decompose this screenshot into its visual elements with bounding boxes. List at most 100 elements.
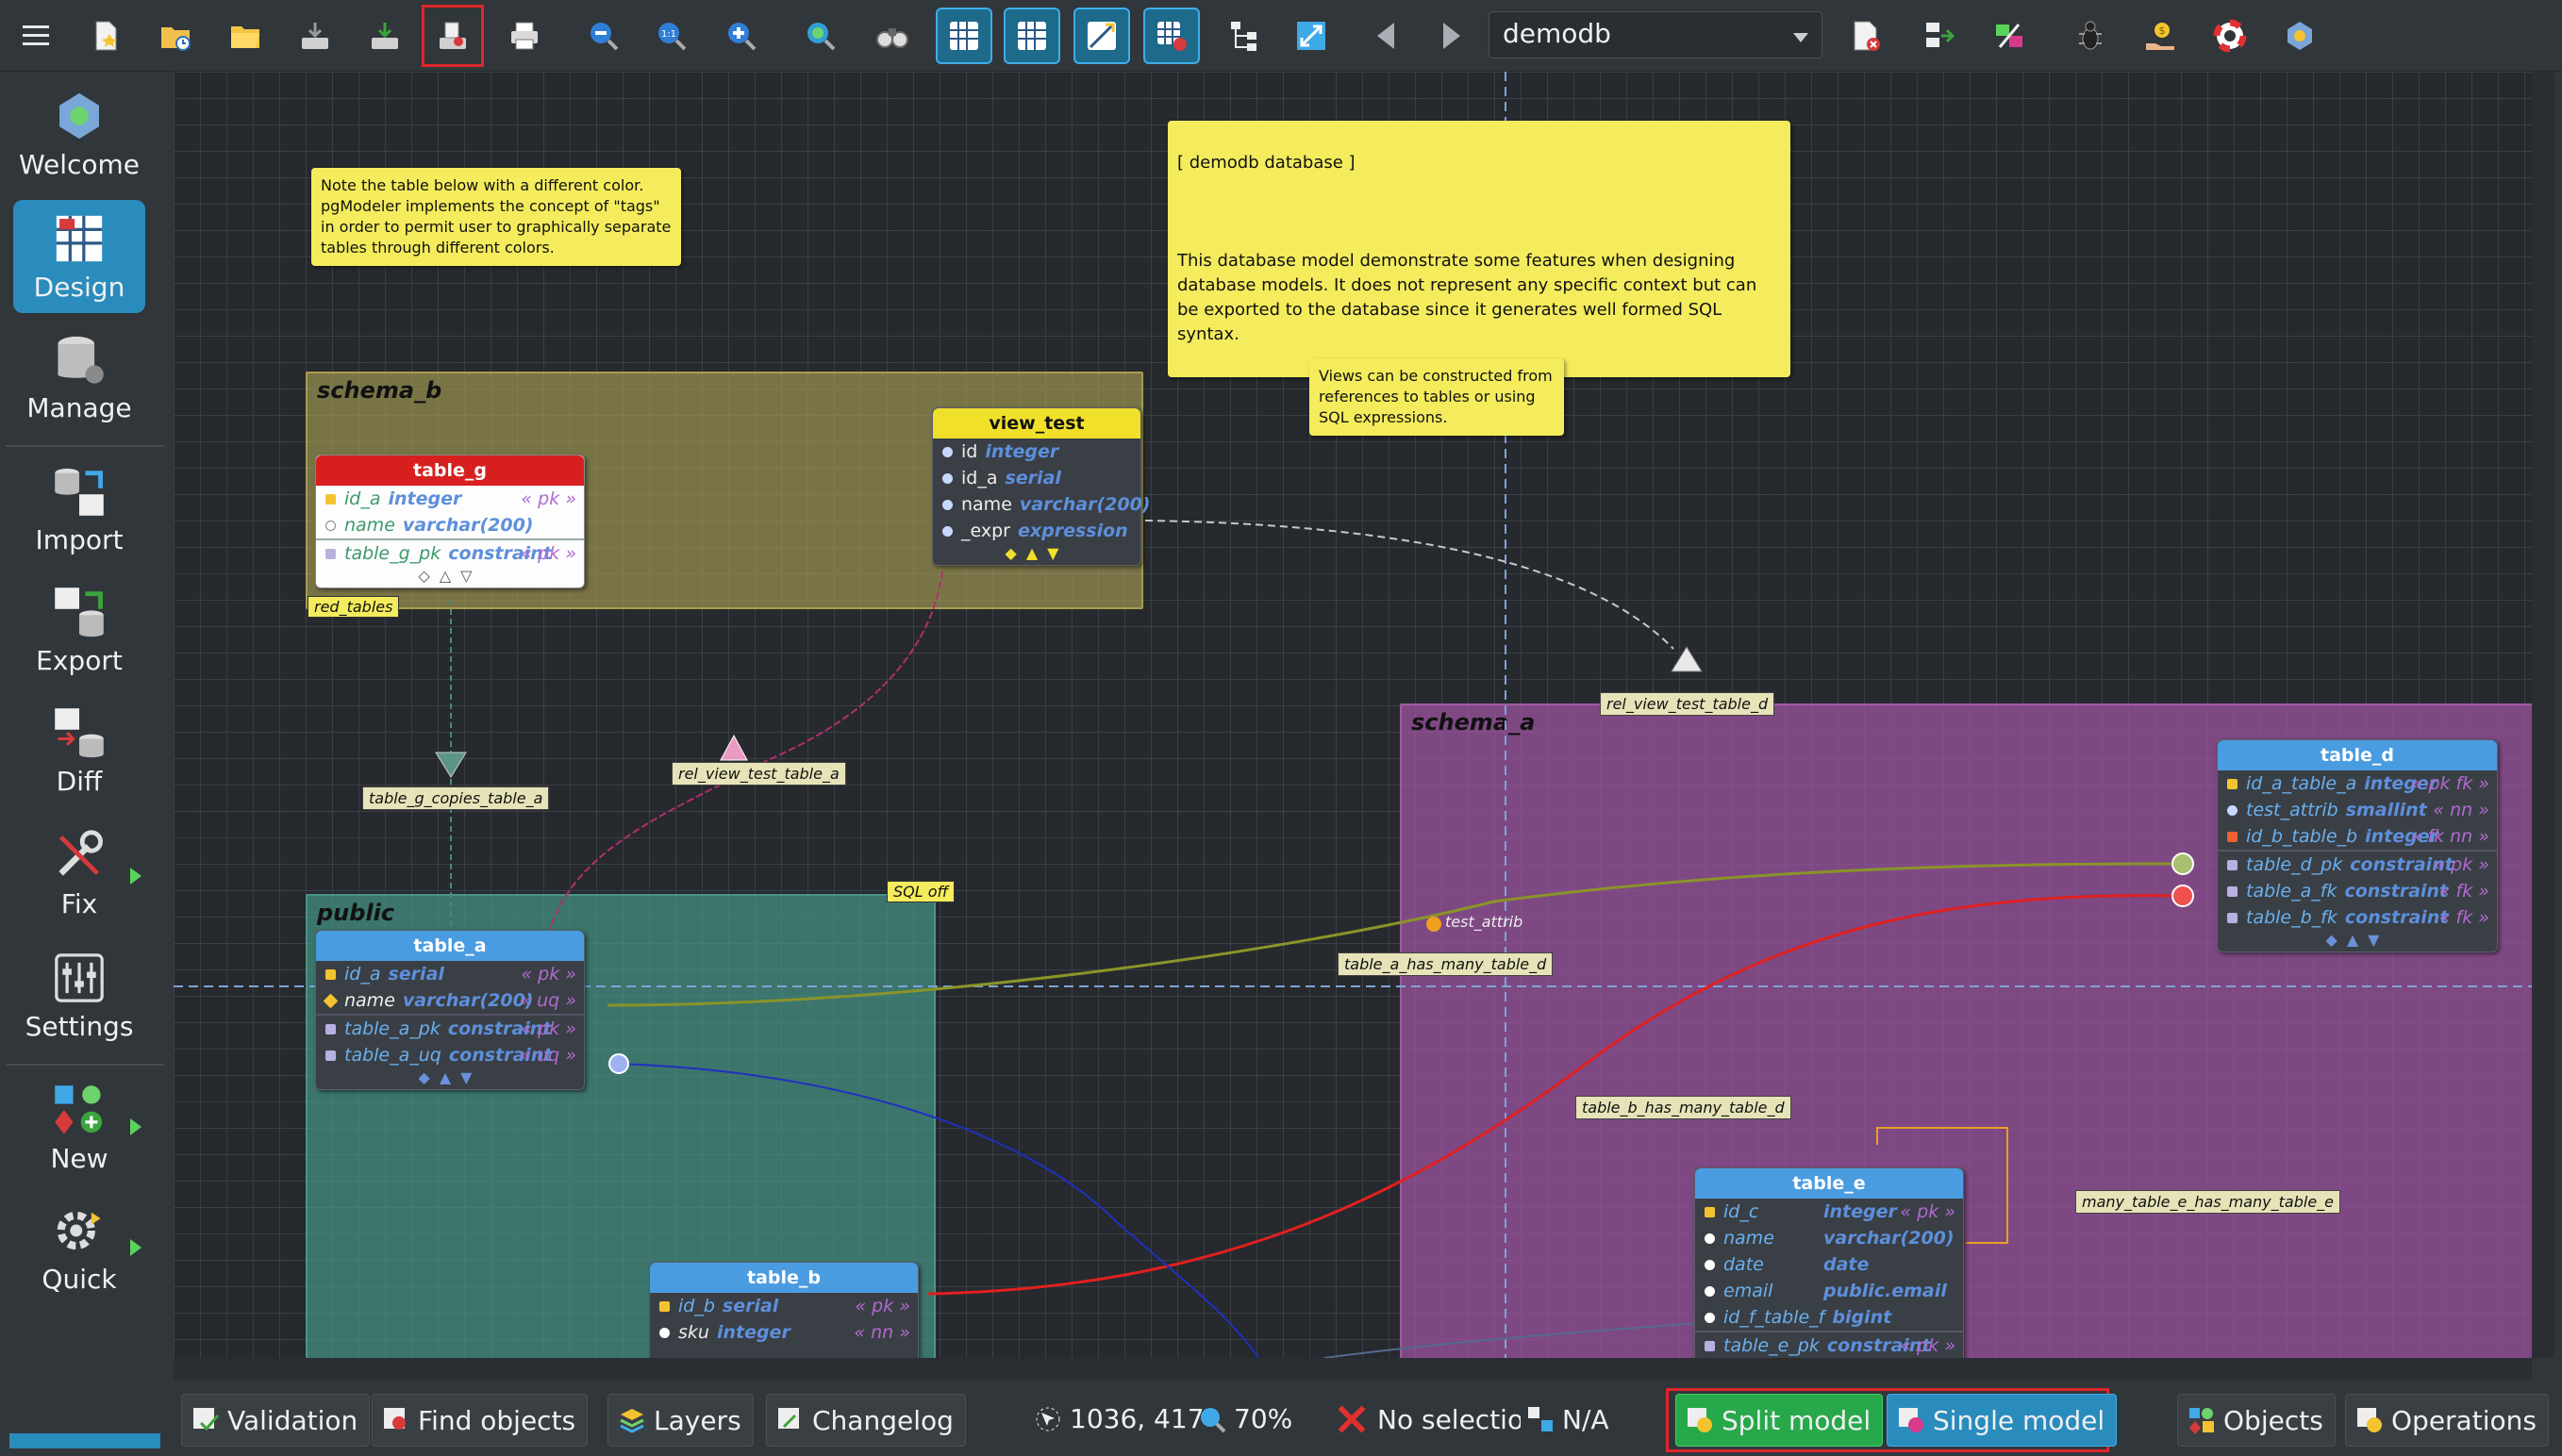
validation-button[interactable]: Validation	[181, 1394, 371, 1447]
column-row[interactable]: id_a_table_a integer « pk fk »	[2218, 770, 2497, 797]
expand-arrow-icon[interactable]	[130, 1118, 141, 1135]
close-model-icon[interactable]	[1838, 8, 1894, 64]
horizontal-scrollbar[interactable]	[174, 1358, 2532, 1381]
table-footer-icons[interactable]: ◇△▽	[316, 567, 584, 587]
view-column-row[interactable]: id_a serial	[933, 465, 1140, 491]
column-row[interactable]: name varchar(200) « uq »	[316, 987, 584, 1014]
arrange-icon[interactable]	[1217, 8, 1273, 64]
sidebar-item-design[interactable]: Design	[13, 200, 145, 313]
donate-icon[interactable]: $	[2132, 8, 2188, 64]
column-row[interactable]: id_a serial « pk »	[316, 961, 584, 987]
split-model-button[interactable]: Split model	[1675, 1394, 1884, 1447]
zoom-fit-icon[interactable]	[792, 8, 849, 64]
rel-label[interactable]: many_table_e_has_many_table_e	[2075, 1190, 2341, 1214]
sidebar-item-fix[interactable]: Fix	[13, 817, 145, 930]
changelog-button[interactable]: Changelog	[766, 1394, 966, 1447]
column-row[interactable]: date date	[1695, 1251, 1963, 1278]
sidebar-item-export[interactable]: Export	[13, 573, 145, 687]
column-row[interactable]: name varchar(200)	[1695, 1225, 1963, 1251]
note-database[interactable]: [ demodb database ] This database model …	[1168, 121, 1790, 377]
database-select[interactable]: demodb	[1489, 11, 1822, 58]
zoom-reset-icon[interactable]: 1:1	[643, 8, 700, 64]
attribute-label[interactable]: test_attrib	[1445, 913, 1522, 931]
table-e[interactable]: table_e id_c integer « pk » name varchar(20…	[1694, 1167, 1964, 1358]
overview-icon[interactable]	[1143, 8, 1200, 64]
column-row[interactable]: id_b serial « pk »	[650, 1293, 918, 1319]
sidebar-item-settings[interactable]: Settings	[13, 939, 145, 1052]
tag-label[interactable]: red_tables	[308, 596, 400, 618]
support-icon[interactable]	[2202, 8, 2258, 64]
open-icon[interactable]	[217, 8, 274, 64]
save-icon[interactable]	[287, 8, 343, 64]
save-as-icon[interactable]	[357, 8, 413, 64]
find-objects-button[interactable]: Find objects	[372, 1394, 589, 1447]
view-column-row[interactable]: name varchar(200)	[933, 491, 1150, 518]
sidebar-item-import[interactable]: Import	[13, 453, 145, 566]
constraint-row[interactable]: table_b_fk constraint « fk »	[2218, 904, 2497, 931]
constraint-row[interactable]: table_g_pk constraint « pk »	[316, 540, 584, 567]
new-model-icon[interactable]	[77, 8, 134, 64]
table-b[interactable]: table_b id_b serial « pk » sku integer « nn …	[649, 1262, 919, 1358]
constraint-row[interactable]: table_a_pk constraint « pk »	[316, 1016, 584, 1042]
column-row[interactable]: id_c integer « pk »	[1695, 1199, 1963, 1225]
vertical-scrollbar[interactable]	[2532, 72, 2554, 1358]
operations-button[interactable]: Operations	[2345, 1394, 2549, 1447]
about-icon[interactable]	[2271, 8, 2328, 64]
view-test[interactable]: view_test id integer id_a serial name varch…	[932, 407, 1150, 566]
note-views[interactable]: Views can be constructed from references…	[1309, 358, 1564, 436]
show-delimiters-icon[interactable]	[1073, 8, 1130, 64]
find-icon[interactable]	[864, 8, 921, 64]
next-model-icon[interactable]	[1422, 8, 1479, 64]
column-row[interactable]: test_attrib smallint « nn »	[2218, 797, 2497, 823]
sidebar-item-diff[interactable]: Diff	[13, 694, 145, 807]
objects-button[interactable]: Objects	[2177, 1394, 2336, 1447]
note-tags[interactable]: Note the table below with a different co…	[311, 168, 681, 266]
table-g[interactable]: table_g id_a integer « pk » name varchar(20…	[315, 455, 585, 588]
export-icon[interactable]	[422, 5, 484, 67]
sidebar-item-label: Welcome	[18, 148, 141, 180]
align-grid-icon[interactable]	[1004, 8, 1060, 64]
table-footer-icons[interactable]: ◆▲▼	[2218, 931, 2497, 951]
column-row[interactable]: name varchar(200)	[316, 512, 584, 538]
table-a[interactable]: table_a id_a serial « pk » name varchar(200…	[315, 930, 585, 1090]
constraint-row[interactable]: table_e_pk constraint « pk »	[1695, 1332, 1963, 1358]
layers-button[interactable]: Layers	[607, 1394, 754, 1447]
model-canvas[interactable]: schema_b schema_a public Note the table …	[174, 72, 2532, 1358]
zoom-out-icon[interactable]	[575, 8, 632, 64]
table-footer-icons[interactable]: ◆▲▼	[316, 1068, 584, 1089]
zoom-in-icon[interactable]	[713, 8, 770, 64]
open-recent-icon[interactable]	[147, 8, 204, 64]
constraint-row[interactable]: table_a_uq constraint « uq »	[316, 1042, 584, 1068]
table-d[interactable]: table_d id_a_table_a integer « pk fk » tes…	[2217, 739, 2498, 952]
column-row[interactable]: id_a integer « pk »	[316, 486, 584, 512]
rel-label[interactable]: table_a_has_many_table_d	[1338, 952, 1554, 976]
sidebar-item-welcome[interactable]: Welcome	[13, 77, 145, 190]
rel-label[interactable]: table_g_copies_table_a	[362, 786, 550, 810]
column-row[interactable]: sku integer « nn »	[650, 1319, 918, 1346]
column-row[interactable]: id_f_table_f bigint	[1695, 1304, 1963, 1331]
rel-label[interactable]: rel_view_test_table_a	[672, 762, 846, 786]
view-column-row[interactable]: id integer	[933, 438, 1140, 465]
column-row[interactable]: email public.email	[1695, 1278, 1963, 1304]
deploy-icon[interactable]	[1911, 8, 1968, 64]
show-grid-icon[interactable]	[936, 8, 992, 64]
column-row[interactable]: id_b_table_b integer « fk nn »	[2218, 823, 2497, 850]
rel-label[interactable]: rel_view_test_table_d	[1600, 692, 1775, 716]
fit-icon[interactable]	[1283, 8, 1339, 64]
constraint-row[interactable]: table_a_fk constraint « fk »	[2218, 878, 2497, 904]
constraint-row[interactable]: table_d_pk constraint « pk »	[2218, 852, 2497, 878]
sidebar-item-quick[interactable]: Quick	[13, 1192, 145, 1305]
plugins-icon[interactable]	[1981, 8, 2038, 64]
view-footer-icons[interactable]: ◆▲▼	[933, 544, 1140, 565]
single-model-button[interactable]: Single model	[1887, 1394, 2118, 1447]
rel-label[interactable]: table_b_has_many_table_d	[1575, 1096, 1791, 1119]
view-column-row[interactable]: _expr expression	[933, 518, 1140, 544]
sidebar-item-new[interactable]: New	[13, 1071, 145, 1184]
menu-icon[interactable]	[8, 8, 64, 64]
sidebar-item-manage[interactable]: Manage	[13, 321, 145, 434]
bug-report-icon[interactable]	[2062, 8, 2119, 64]
expand-arrow-icon[interactable]	[130, 1239, 141, 1256]
expand-arrow-icon[interactable]	[130, 868, 141, 885]
print-icon[interactable]	[496, 8, 553, 64]
previous-model-icon[interactable]	[1358, 8, 1415, 64]
